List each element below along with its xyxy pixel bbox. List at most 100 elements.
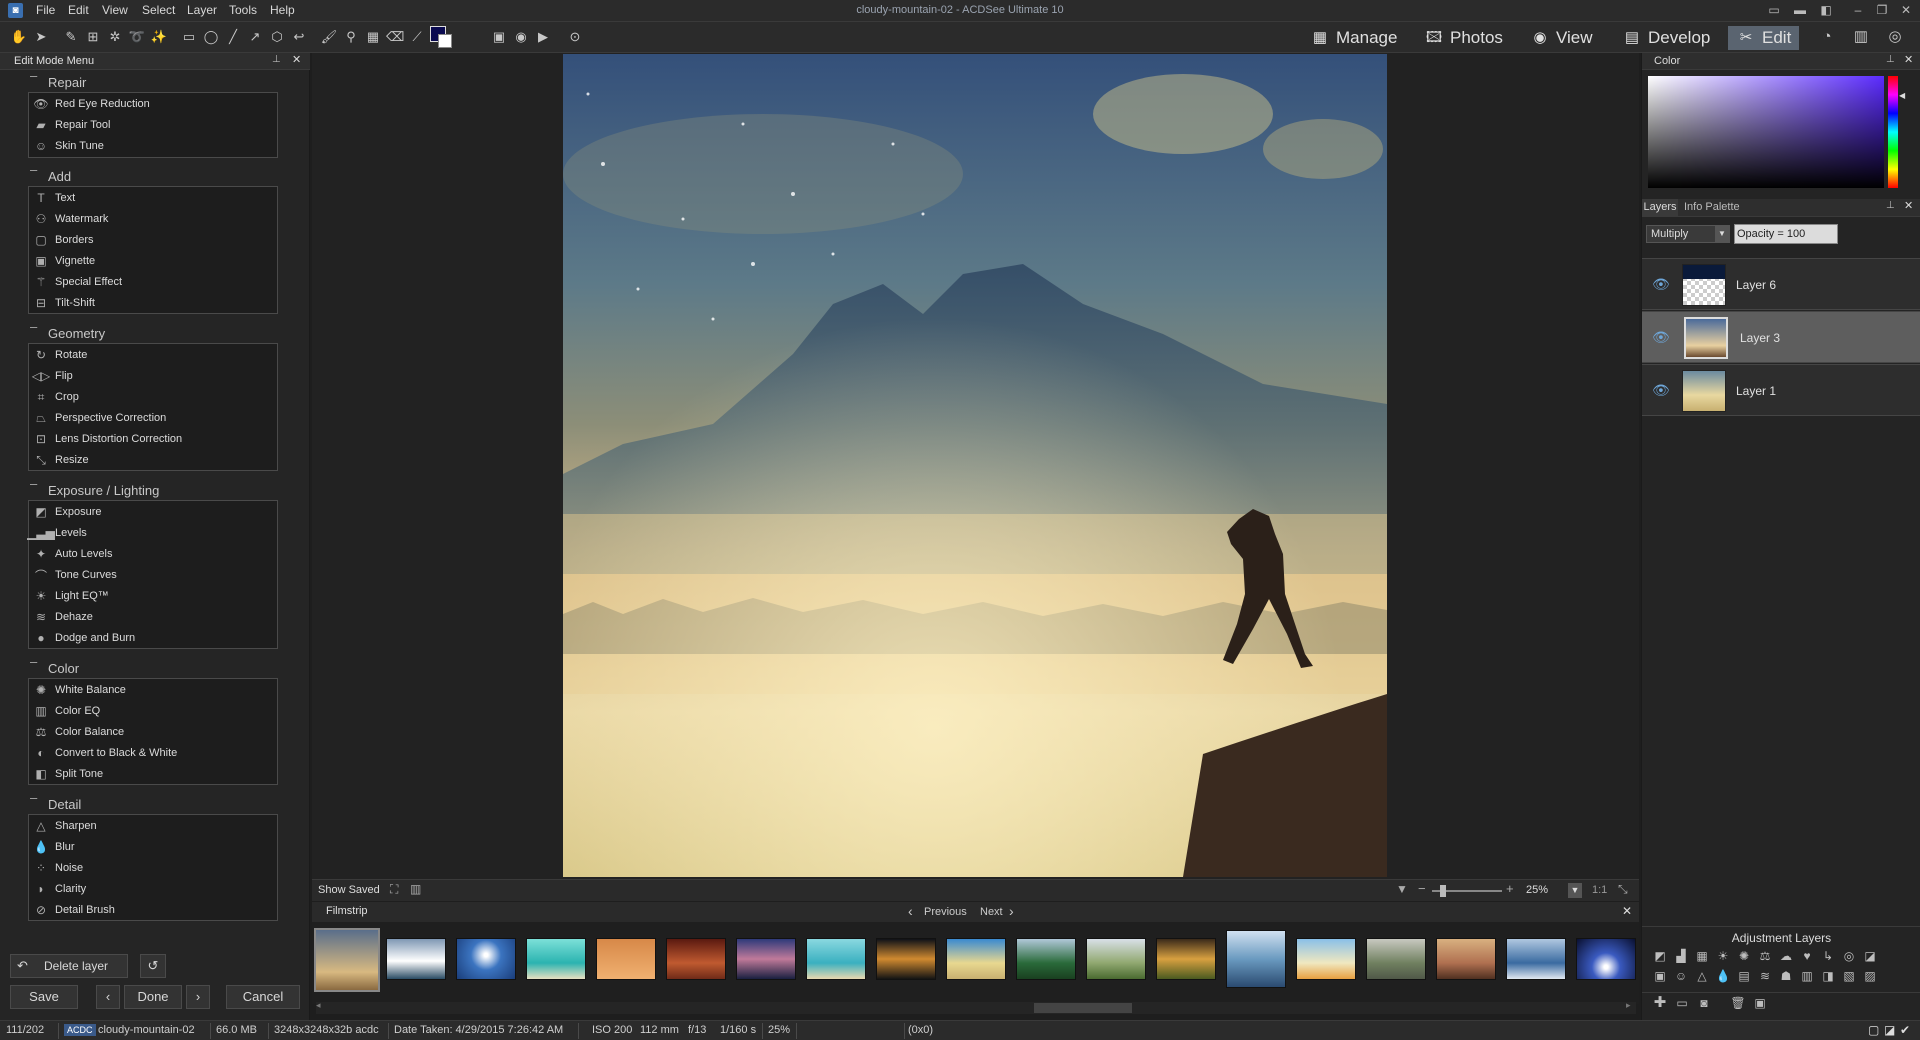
collapse-icon[interactable]: – bbox=[30, 654, 37, 669]
dashboard-icon[interactable]: ▥ bbox=[1852, 28, 1870, 46]
arrow-icon[interactable]: ↗ bbox=[246, 28, 264, 46]
menu-exposure[interactable]: ◩ Exposure bbox=[33, 502, 273, 522]
menu-white-balance[interactable]: ✺ White Balance bbox=[33, 680, 273, 700]
menu-light-eq[interactable]: ☀ Light EQ™ bbox=[33, 586, 273, 606]
menu-rotate[interactable]: ↻ Rotate bbox=[33, 345, 273, 365]
polygon-icon[interactable]: ⬡ bbox=[268, 28, 286, 46]
image-adjust-icon[interactable]: ▧ bbox=[1841, 968, 1857, 984]
fullscreen-icon[interactable]: ⛶ bbox=[390, 882, 398, 897]
scrollbar-thumb[interactable] bbox=[1034, 1003, 1132, 1013]
layer-row-layer-6[interactable]: 👁 Layer 6 bbox=[1642, 258, 1920, 310]
filmstrip-thumbnail[interactable] bbox=[1296, 938, 1356, 980]
eyedropper-icon[interactable]: ⟋ bbox=[408, 28, 426, 46]
record-icon[interactable]: ◉ bbox=[512, 28, 530, 46]
filmstrip-thumbnail[interactable] bbox=[1576, 938, 1636, 980]
done-button[interactable]: Done bbox=[124, 985, 182, 1009]
light-eq-adjust-icon[interactable]: ☀ bbox=[1715, 948, 1731, 964]
pin-icon[interactable]: ⊥ bbox=[272, 54, 281, 65]
collapse-icon[interactable]: – bbox=[30, 319, 37, 334]
camera-icon[interactable]: ◙ bbox=[1696, 995, 1712, 1011]
menu-tilt-shift[interactable]: ⊟ Tilt-Shift bbox=[33, 293, 273, 313]
filmstrip-thumbnail[interactable] bbox=[666, 938, 726, 980]
effect-adjust-icon[interactable]: ▤ bbox=[1736, 968, 1752, 984]
menu-blur[interactable]: 💧 Blur bbox=[33, 837, 273, 857]
play-icon[interactable]: ▶ bbox=[534, 28, 552, 46]
close-icon[interactable]: ✕ bbox=[1904, 199, 1913, 212]
scroll-left-icon[interactable]: ◂ bbox=[316, 1000, 321, 1011]
menu-split-tone[interactable]: ◧ Split Tone bbox=[33, 764, 273, 784]
menu-watermark[interactable]: ⚇ Watermark bbox=[33, 209, 273, 229]
filmstrip-thumbnail[interactable] bbox=[1366, 938, 1426, 980]
opacity-field[interactable]: Opacity = 100 bbox=[1734, 224, 1838, 244]
filmstrip-thumbnail[interactable] bbox=[736, 938, 796, 980]
visibility-eye-icon[interactable]: 👁 bbox=[1652, 382, 1670, 400]
hue-slider[interactable] bbox=[1888, 76, 1898, 188]
menu-resize[interactable]: ⤡ Resize bbox=[33, 450, 273, 470]
cancel-button[interactable]: Cancel bbox=[226, 985, 300, 1009]
exposure-adjust-icon[interactable]: ◩ bbox=[1652, 948, 1668, 964]
chevron-left-icon[interactable]: ‹ bbox=[908, 903, 913, 919]
menu-auto-levels[interactable]: ✦ Auto Levels bbox=[33, 544, 273, 564]
magic-wand-icon[interactable]: ✨ bbox=[150, 28, 168, 46]
menu-repair-tool[interactable]: ▰ Repair Tool bbox=[33, 115, 273, 135]
play-circle-icon[interactable]: ⊙ bbox=[566, 28, 584, 46]
filmstrip-thumbnail[interactable] bbox=[596, 938, 656, 980]
eraser-icon[interactable]: ⌫ bbox=[386, 28, 404, 46]
levels-adjust-icon[interactable]: ▟ bbox=[1673, 948, 1689, 964]
rect-select-icon[interactable]: ▭ bbox=[180, 28, 198, 46]
filmstrip-thumbnail[interactable] bbox=[1086, 938, 1146, 980]
tab-layers[interactable]: Layers bbox=[1642, 199, 1678, 217]
posterize-adjust-icon[interactable]: ◪ bbox=[1862, 948, 1878, 964]
dodge-adjust-icon[interactable]: ◎ bbox=[1841, 948, 1857, 964]
sharpen-adjust-icon[interactable]: △ bbox=[1694, 968, 1710, 984]
collapse-icon[interactable]: – bbox=[30, 68, 37, 83]
layer-properties-icon[interactable]: ▣ bbox=[1752, 995, 1768, 1011]
mode-manage[interactable]: ▦ Manage bbox=[1302, 26, 1405, 50]
hand-icon[interactable]: ✋ bbox=[10, 28, 28, 46]
duplicate-layer-icon[interactable]: ▭ bbox=[1674, 995, 1690, 1011]
visibility-eye-icon[interactable]: 👁 bbox=[1652, 276, 1670, 294]
split-tone-adjust-icon[interactable]: ☗ bbox=[1778, 968, 1794, 984]
filmstrip-thumbnail[interactable] bbox=[876, 938, 936, 980]
histogram-icon[interactable]: ▥ bbox=[410, 882, 421, 896]
restore-icon[interactable]: ❐ bbox=[1872, 2, 1892, 18]
filmstrip-thumbnail[interactable] bbox=[456, 938, 516, 980]
blur-adjust-icon[interactable]: 💧 bbox=[1715, 968, 1731, 984]
previous-link[interactable]: Previous bbox=[924, 906, 967, 918]
photo-filter-adjust-icon[interactable]: ▣ bbox=[1652, 968, 1668, 984]
acdsee-365-icon[interactable]: ◔ bbox=[1818, 28, 1836, 46]
delete-layer-button[interactable]: ↶ Delete layer bbox=[10, 954, 128, 978]
checkmark-icon[interactable]: ✔ bbox=[1900, 1023, 1910, 1037]
menu-red-eye-reduction[interactable]: 👁 Red Eye Reduction bbox=[33, 94, 273, 114]
brush-icon[interactable]: 🖌 bbox=[320, 28, 338, 46]
menu-levels[interactable]: ▁▃▅ Levels bbox=[27, 523, 273, 543]
pin-icon[interactable]: ⊥ bbox=[1886, 200, 1895, 211]
filmstrip-thumbnail[interactable] bbox=[526, 938, 586, 980]
menu-lens-distortion-correction[interactable]: ⊡ Lens Distortion Correction bbox=[33, 429, 273, 449]
minimize-icon[interactable]: – bbox=[1848, 2, 1868, 18]
zoom-dropdown[interactable]: ▼ bbox=[1568, 883, 1582, 898]
color-eq-adjust-icon[interactable]: ☁ bbox=[1778, 948, 1794, 964]
filmstrip-thumbnail[interactable] bbox=[386, 938, 446, 980]
close-icon[interactable]: ✕ bbox=[1904, 53, 1913, 66]
menu-skin-tune[interactable]: ☺ Skin Tune bbox=[33, 136, 273, 156]
curve-icon[interactable]: ↩ bbox=[290, 28, 308, 46]
menu-borders[interactable]: ▢ Borders bbox=[33, 230, 273, 250]
menu-crop[interactable]: ⌗ Crop bbox=[33, 387, 273, 407]
menu-color-eq[interactable]: ▥ Color EQ bbox=[33, 701, 273, 721]
reset-button[interactable]: ↺ bbox=[140, 954, 166, 978]
scroll-right-icon[interactable]: ▸ bbox=[1626, 1000, 1631, 1011]
actual-size-button[interactable]: 1:1 bbox=[1592, 884, 1607, 896]
tone-adjust-icon[interactable]: ↳ bbox=[1820, 948, 1836, 964]
close-icon[interactable]: ✕ bbox=[292, 53, 301, 66]
mode-view[interactable]: ◉ View bbox=[1522, 26, 1601, 50]
filmstrip-thumbnail[interactable] bbox=[946, 938, 1006, 980]
trash-icon[interactable]: 🗑 bbox=[1730, 995, 1746, 1011]
menu-tone-curves[interactable]: ⌒ Tone Curves bbox=[33, 565, 273, 585]
previous-button[interactable]: ‹ bbox=[96, 985, 120, 1009]
menu-detail-brush[interactable]: ⊘ Detail Brush bbox=[33, 900, 273, 920]
menu-clarity[interactable]: ◗ Clarity bbox=[33, 879, 273, 899]
layer-row-layer-3[interactable]: 👁 Layer 3 bbox=[1642, 311, 1920, 363]
gradient-adjust-icon[interactable]: ▥ bbox=[1799, 968, 1815, 984]
menu-perspective-correction[interactable]: ⏢ Perspective Correction bbox=[33, 408, 273, 428]
